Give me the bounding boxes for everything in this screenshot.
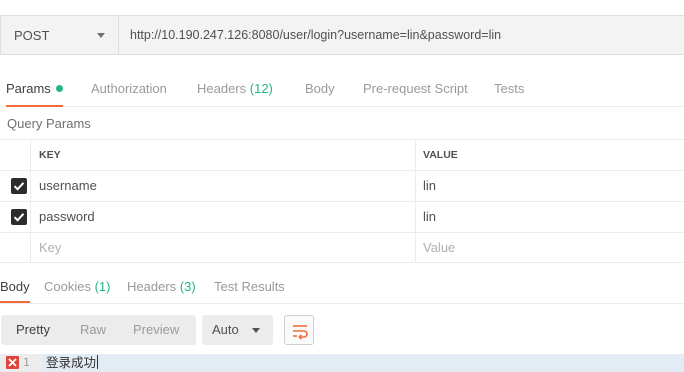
tab-response-body-label: Body: [0, 279, 30, 294]
column-header-value: VALUE: [423, 149, 458, 161]
chevron-down-icon: [252, 328, 260, 333]
tab-pre-request-script[interactable]: Pre-request Script: [363, 70, 468, 107]
tab-headers[interactable]: Headers (12): [197, 70, 273, 107]
tab-cookies[interactable]: Cookies (1): [44, 270, 110, 303]
row-check-cell: [0, 171, 31, 201]
view-mode-group: Pretty Raw Preview: [1, 315, 196, 345]
row-check-cell: [0, 202, 31, 232]
status-dot-icon: [55, 85, 63, 92]
table-header-row: KEY VALUE: [0, 139, 684, 170]
response-tabs: Body Cookies (1) Headers (3) Test Result…: [0, 270, 684, 304]
editor-gutter: 1: [0, 354, 42, 372]
chevron-down-icon: [97, 33, 105, 38]
tab-params-label: Params: [6, 81, 51, 96]
param-key[interactable]: password: [31, 202, 416, 232]
header-check-cell: [0, 140, 31, 170]
new-value-input[interactable]: Value: [416, 233, 684, 263]
close-icon: [8, 358, 17, 367]
row-check-cell: [0, 233, 31, 263]
request-bar: POST http://10.190.247.126:8080/user/log…: [0, 0, 684, 68]
tab-response-headers-count: (3): [179, 279, 196, 294]
tab-tests[interactable]: Tests: [494, 70, 524, 107]
url-input[interactable]: http://10.190.247.126:8080/user/login?us…: [118, 15, 684, 55]
view-raw-button[interactable]: Raw: [80, 315, 106, 345]
tab-authorization-label: Authorization: [91, 81, 167, 96]
wrap-lines-button[interactable]: [284, 315, 314, 345]
tab-body-label: Body: [305, 81, 335, 96]
tab-params[interactable]: Params: [6, 70, 63, 107]
error-marker-icon: [6, 356, 19, 369]
wrap-lines-icon: [293, 325, 308, 340]
format-select[interactable]: Auto: [202, 315, 273, 345]
view-preview-button[interactable]: Preview: [133, 315, 179, 345]
response-editor[interactable]: 1 登录成功: [0, 354, 684, 372]
tab-headers-count: (12): [249, 81, 273, 96]
checkmark-icon: [13, 182, 25, 191]
tab-response-headers[interactable]: Headers (3): [127, 270, 196, 303]
row-checkbox[interactable]: [11, 178, 27, 194]
code-line-text: 登录成功: [46, 355, 97, 370]
response-toolbar: Pretty Raw Preview Auto: [0, 315, 684, 345]
tab-response-body[interactable]: Body: [0, 270, 30, 303]
tab-response-headers-label: Headers: [127, 279, 177, 294]
tab-authorization[interactable]: Authorization: [91, 70, 167, 107]
request-tabs: Params Authorization Headers (12) Body P…: [0, 70, 684, 107]
method-label: POST: [14, 27, 50, 43]
query-params-title: Query Params: [7, 116, 91, 131]
new-key-input[interactable]: Key: [31, 233, 416, 263]
tab-cookies-count: (1): [94, 279, 111, 294]
view-pretty-button[interactable]: Pretty: [16, 315, 50, 345]
tab-cookies-label: Cookies: [44, 279, 91, 294]
param-value[interactable]: lin: [416, 171, 684, 201]
checkmark-icon: [13, 213, 25, 222]
line-number: 1: [23, 356, 30, 369]
row-checkbox[interactable]: [11, 209, 27, 225]
method-select[interactable]: POST: [0, 15, 118, 55]
tab-pre-request-script-label: Pre-request Script: [363, 81, 468, 96]
code-line[interactable]: 登录成功: [42, 354, 684, 372]
tab-test-results-label: Test Results: [214, 279, 285, 294]
table-row-empty: Key Value: [0, 232, 684, 263]
table-row: username lin: [0, 170, 684, 201]
column-header-key: KEY: [31, 140, 416, 170]
table-row: password lin: [0, 201, 684, 232]
tab-body[interactable]: Body: [305, 70, 335, 107]
text-cursor: [97, 355, 99, 369]
tab-test-results[interactable]: Test Results: [214, 270, 285, 303]
tab-tests-label: Tests: [494, 81, 525, 96]
format-label: Auto: [212, 322, 239, 337]
param-key[interactable]: username: [31, 171, 416, 201]
param-value[interactable]: lin: [416, 202, 684, 232]
tab-headers-label: Headers: [197, 81, 247, 96]
